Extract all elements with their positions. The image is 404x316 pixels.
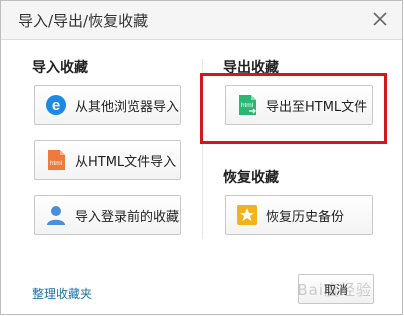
import-from-html-button[interactable]: html 从HTML文件导入 — [34, 140, 181, 180]
import-pre-login-favorites-label: 导入登录前的收藏 — [75, 209, 180, 225]
restore-history-backup-label: 恢复历史备份 — [266, 209, 345, 225]
import-from-html-label: 从HTML文件导入 — [75, 154, 177, 170]
import-from-browser-label: 从其他浏览器导入 — [75, 99, 180, 115]
import-from-browser-button[interactable]: e 从其他浏览器导入 — [34, 85, 181, 125]
dialog-titlebar: 导入/导出/恢复收藏 — [1, 1, 402, 40]
restore-section-heading: 恢复收藏 — [223, 170, 279, 186]
user-icon — [47, 206, 65, 225]
close-icon[interactable] — [370, 9, 390, 29]
manage-favorites-link[interactable]: 整理收藏夹 — [32, 285, 92, 302]
ie-browser-icon: e — [46, 95, 66, 115]
svg-text:e: e — [52, 97, 60, 114]
restore-history-backup-button[interactable]: 恢复历史备份 — [225, 195, 373, 235]
html-file-import-icon: html — [48, 150, 65, 170]
star-icon — [237, 205, 257, 225]
svg-text:html: html — [50, 160, 63, 167]
import-section-heading: 导入收藏 — [32, 60, 88, 76]
dialog-title: 导入/导出/恢复收藏 — [18, 12, 149, 30]
cancel-label: 取消 — [323, 282, 348, 297]
cancel-button[interactable]: 取消 — [298, 274, 374, 304]
import-pre-login-favorites-button[interactable]: 导入登录前的收藏 — [34, 195, 181, 235]
import-export-dialog: 导入/导出/恢复收藏 导入收藏 e 从其他浏览器导入 html 从HTML文件导… — [0, 0, 403, 315]
red-highlight-box — [200, 73, 387, 144]
